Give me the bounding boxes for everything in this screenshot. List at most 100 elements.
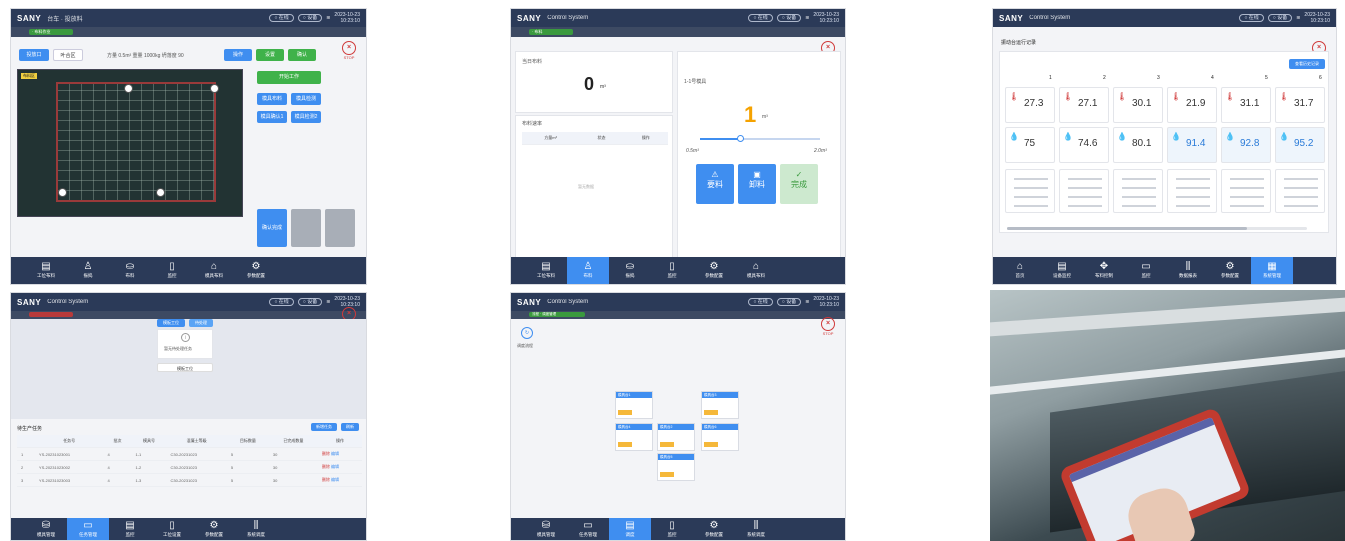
nav-item-4[interactable]: ▯ 监控: [651, 257, 693, 284]
breadcrumb-active[interactable]: · 布料: [529, 29, 573, 35]
temperature-card[interactable]: 🌡 31.7: [1275, 87, 1325, 123]
flow-node[interactable]: 模具台4: [615, 423, 653, 451]
slider-handle[interactable]: [737, 135, 744, 142]
complete-button[interactable]: ✓ 完成: [780, 164, 818, 204]
nav-item-2[interactable]: ♙ 布料: [567, 257, 609, 284]
nav-item-2[interactable]: ▤ 设备监控: [1041, 257, 1083, 284]
humidity-card[interactable]: 💧 75: [1005, 127, 1055, 163]
nav-item-4[interactable]: ▯ 监控: [651, 518, 693, 540]
user-pill[interactable]: ○ 设备: [1267, 14, 1293, 22]
delete-link[interactable]: 删除: [322, 451, 330, 456]
nav-item-1[interactable]: ▤ 工位布料: [25, 257, 67, 284]
start-work-button[interactable]: 开始工作: [257, 71, 321, 84]
flow-node[interactable]: 模具台6: [701, 423, 739, 451]
mold-button-1[interactable]: 模具布料: [257, 93, 287, 105]
edit-link[interactable]: 编辑: [331, 464, 339, 469]
tag-pending[interactable]: 待处理: [189, 319, 213, 327]
history-button[interactable]: 查看历史记录: [1289, 59, 1325, 69]
humidity-card[interactable]: 💧 80.1: [1113, 127, 1163, 163]
status-pill[interactable]: ○ 在线: [748, 14, 773, 22]
user-pill[interactable]: ○ 设备: [297, 14, 323, 22]
marker-icon[interactable]: [58, 188, 67, 197]
tab-pour[interactable]: 投放口: [19, 49, 49, 61]
stop-button[interactable]: ×STOP: [819, 317, 837, 339]
nav-item-5[interactable]: ⫼ 数据报表: [1167, 257, 1209, 284]
confirm-button[interactable]: 确认: [288, 49, 316, 61]
flow-node[interactable]: 模具台1: [615, 391, 653, 419]
set-button[interactable]: 设置: [256, 49, 284, 61]
tag-station[interactable]: 模板工位: [157, 319, 185, 327]
humidity-card[interactable]: 💧 95.2: [1275, 127, 1325, 163]
user-pill[interactable]: ○ 设备: [776, 298, 802, 306]
status-pill[interactable]: ○ 在线: [748, 298, 773, 306]
delete-link[interactable]: 删除: [322, 477, 330, 482]
nav-item-3[interactable]: ▤ 监控: [109, 518, 151, 540]
scrollbar[interactable]: [1007, 227, 1307, 230]
humidity-card[interactable]: 💧 92.8: [1221, 127, 1271, 163]
nav-item-3[interactable]: ▤ 调度: [609, 518, 651, 540]
nav-item-5[interactable]: ⚙ 参数配置: [693, 257, 735, 284]
nav-item-4[interactable]: ▯ 监控: [151, 257, 193, 284]
nav-item-1[interactable]: ⛁ 模具管理: [525, 518, 567, 540]
flow-node[interactable]: 模具台3: [701, 391, 739, 419]
table-row[interactable]: 3 YS-20231023003 4 1-3 C30-20231023 5 30 删除 编辑: [17, 473, 362, 487]
marker-icon[interactable]: [156, 188, 165, 197]
flow-node[interactable]: 模具台5: [657, 453, 695, 481]
temperature-card[interactable]: 🌡 30.1: [1113, 87, 1163, 123]
refresh-button[interactable]: 刷新: [341, 423, 359, 431]
table-row[interactable]: 1 YS-20231023001 4 1-1 C30-20231023 5 30 删除 编辑: [17, 447, 362, 461]
user-pill[interactable]: ○ 设备: [776, 14, 802, 22]
breadcrumb-active[interactable]: 流程 · 调度管理: [529, 312, 585, 317]
nav-item-6[interactable]: ⫼ 系统调度: [235, 518, 277, 540]
humidity-card[interactable]: 💧 91.4: [1167, 127, 1217, 163]
edit-link[interactable]: 编辑: [331, 477, 339, 482]
stop-button[interactable]: ×STOP: [340, 41, 358, 63]
finish-button[interactable]: 确认完成: [257, 209, 287, 247]
mold-button-2[interactable]: 模具检测: [291, 93, 321, 105]
nav-item-5[interactable]: ⚙ 参数配置: [193, 518, 235, 540]
nav-item-2[interactable]: ▭ 任务管理: [67, 518, 109, 540]
mold-button-3[interactable]: 模具确认1: [257, 111, 287, 123]
breadcrumb-active[interactable]: · 布料作业: [29, 29, 73, 35]
nav-item-1[interactable]: ⛁ 模具管理: [25, 518, 67, 540]
marker-icon[interactable]: [124, 84, 133, 93]
delete-link[interactable]: 删除: [322, 464, 330, 469]
nav-item-4[interactable]: ▯ 工位设置: [151, 518, 193, 540]
nav-item-4[interactable]: ▭ 监控: [1125, 257, 1167, 284]
unload-button[interactable]: ▣ 卸料: [738, 164, 776, 204]
op-button[interactable]: 操作: [224, 49, 252, 61]
station-action[interactable]: 模板工位: [157, 363, 213, 372]
nav-item-3[interactable]: ✥ 布料控制: [1083, 257, 1125, 284]
nav-item-5[interactable]: ⌂ 模具布料: [193, 257, 235, 284]
tab-zone[interactable]: 叶合区: [53, 49, 83, 61]
nav-item-6[interactable]: ⌂ 模具布料: [735, 257, 777, 284]
gray-button-1[interactable]: [291, 209, 321, 247]
gray-button-2[interactable]: [325, 209, 355, 247]
nav-item-2[interactable]: ♙ 振捣: [67, 257, 109, 284]
nav-item-6[interactable]: ⫼ 系统调度: [735, 518, 777, 540]
user-pill[interactable]: ○ 设备: [297, 298, 323, 306]
amount-slider[interactable]: [700, 135, 820, 142]
camera-view[interactable]: 布料区: [17, 69, 243, 217]
nav-item-2[interactable]: ▭ 任务管理: [567, 518, 609, 540]
temperature-card[interactable]: 🌡 31.1: [1221, 87, 1271, 123]
status-pill[interactable]: ○ 在线: [269, 14, 294, 22]
add-task-button[interactable]: 新增任务: [311, 423, 337, 431]
status-pill[interactable]: ○ 在线: [269, 298, 294, 306]
marker-icon[interactable]: [210, 84, 219, 93]
nav-item-3[interactable]: ⛀ 振捣: [609, 257, 651, 284]
nav-item-6[interactable]: ⚙ 参数配置: [235, 257, 277, 284]
humidity-card[interactable]: 💧 74.6: [1059, 127, 1109, 163]
edit-link[interactable]: 编辑: [331, 451, 339, 456]
breadcrumb-active[interactable]: [29, 312, 73, 317]
mold-button-4[interactable]: 模具检测2: [291, 111, 321, 123]
temperature-card[interactable]: 🌡 27.1: [1059, 87, 1109, 123]
nav-item-5[interactable]: ⚙ 参数配置: [693, 518, 735, 540]
nav-item-1[interactable]: ▤ 工位布料: [525, 257, 567, 284]
nav-item-3[interactable]: ⛀ 布料: [109, 257, 151, 284]
flow-node[interactable]: 模具台2: [657, 423, 695, 451]
status-pill[interactable]: ○ 在线: [1239, 14, 1264, 22]
nav-item-7[interactable]: ▦ 系统管理: [1251, 257, 1293, 284]
scrollbar-thumb[interactable]: [1007, 227, 1247, 230]
temperature-card[interactable]: 🌡 21.9: [1167, 87, 1217, 123]
